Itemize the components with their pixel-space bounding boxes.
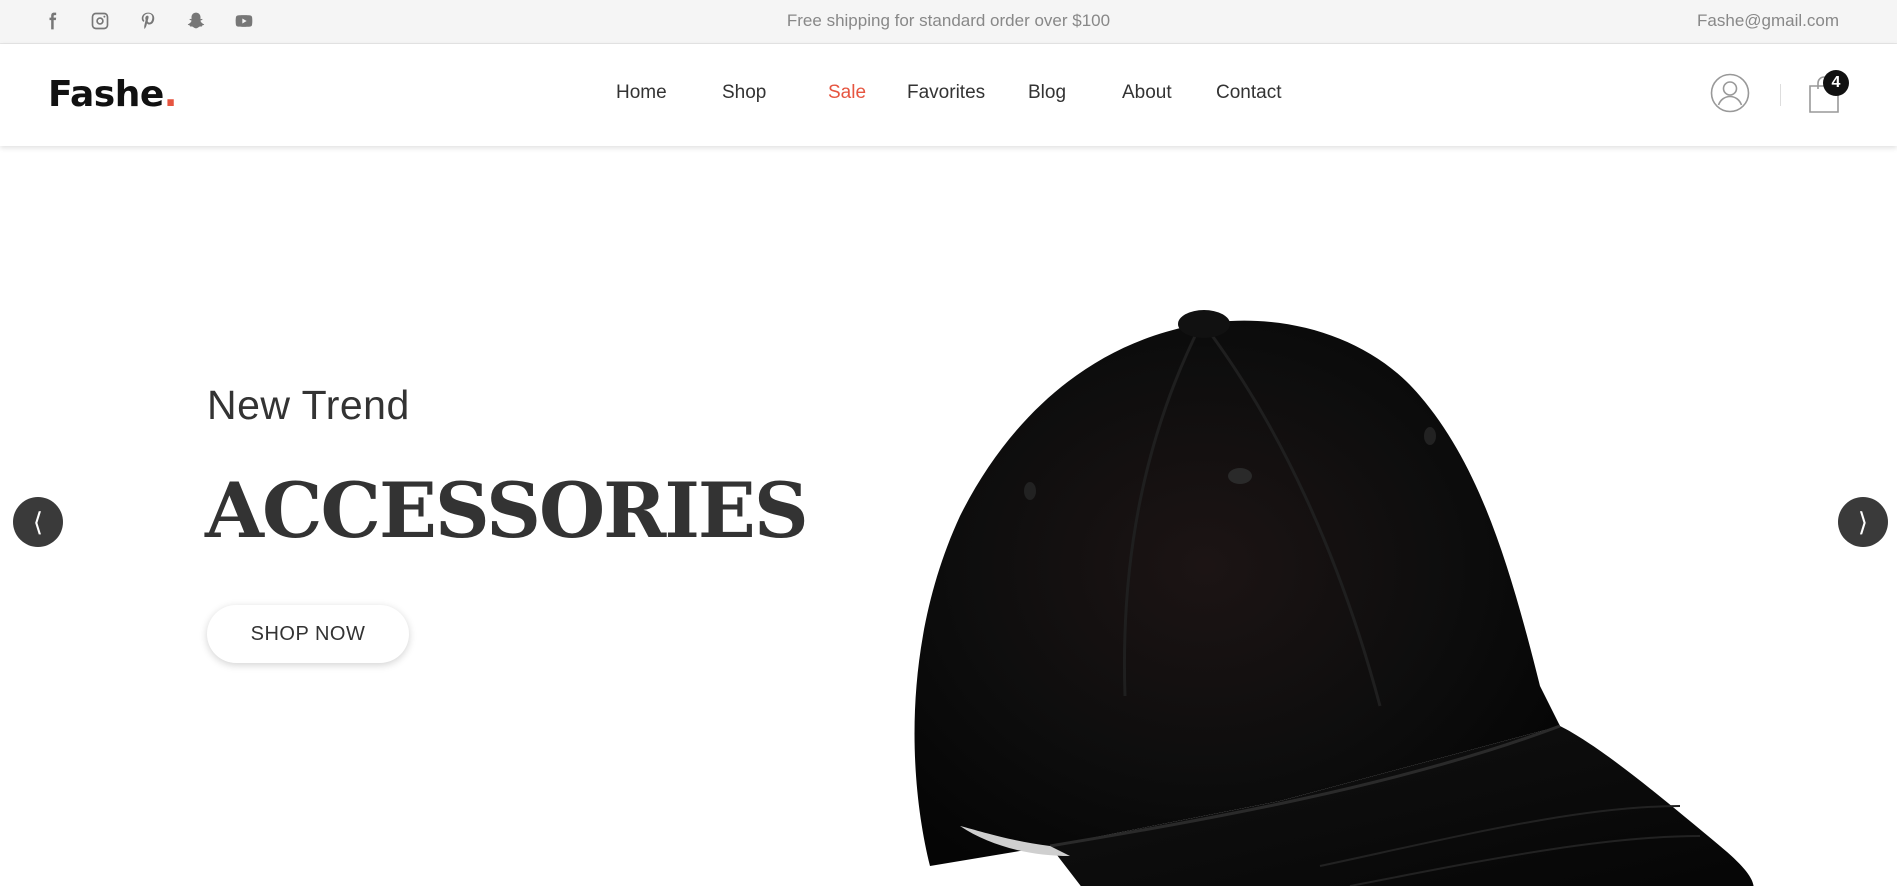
hero-slider: New Trend ACCESSORIES SHOP NOW ⟨ ⟩ (0, 146, 1897, 886)
nav-sale[interactable]: Sale (828, 82, 866, 104)
slider-next-button[interactable]: ⟩ (1838, 497, 1888, 547)
nav-home[interactable]: Home (616, 82, 667, 104)
main-header: Fashe. Home Shop Sale Favorites Blog Abo… (0, 44, 1897, 146)
nav-shop[interactable]: Shop (722, 82, 766, 104)
chevron-left-icon: ⟨ (32, 506, 44, 537)
header-divider (1780, 84, 1781, 106)
nav-about[interactable]: About (1122, 82, 1172, 104)
contact-email[interactable]: Fashe@gmail.com (1697, 11, 1839, 31)
user-account-icon[interactable] (1710, 73, 1750, 118)
nav-contact[interactable]: Contact (1216, 82, 1281, 104)
cart-count-badge: 4 (1823, 70, 1849, 96)
main-nav: Home Shop Sale Favorites Blog About Cont… (0, 82, 1897, 110)
slider-prev-button[interactable]: ⟨ (13, 497, 63, 547)
hero-subtitle: New Trend (207, 382, 410, 428)
black-baseball-cap-image (914, 310, 1754, 886)
nav-blog[interactable]: Blog (1028, 82, 1066, 104)
header-actions: 4 (1710, 70, 1849, 118)
shop-now-button[interactable]: SHOP NOW (207, 605, 409, 663)
top-bar: Free shipping for standard order over $1… (0, 0, 1897, 44)
cart-button[interactable]: 4 (1807, 70, 1849, 116)
nav-favorites[interactable]: Favorites (907, 82, 985, 104)
hero-title: ACCESSORIES (205, 466, 809, 555)
chevron-right-icon: ⟩ (1857, 506, 1869, 537)
shipping-banner: Free shipping for standard order over $1… (786, 11, 1111, 30)
